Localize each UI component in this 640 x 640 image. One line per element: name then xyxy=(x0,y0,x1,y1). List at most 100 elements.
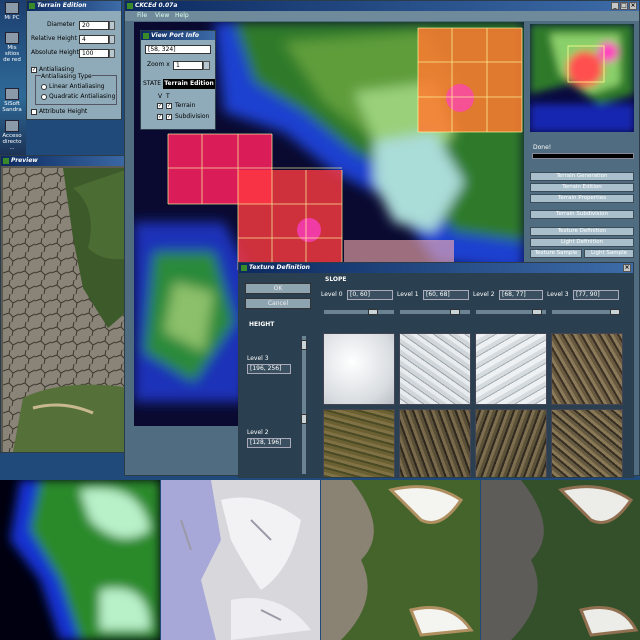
sample-lit-terrain xyxy=(481,480,640,640)
minimize-button[interactable]: _ xyxy=(611,2,619,10)
diameter-label: Diameter xyxy=(47,21,76,28)
slider-handle[interactable] xyxy=(368,309,378,315)
light-sample-button[interactable]: Light Sample xyxy=(584,249,634,258)
terrain-subdivision-button[interactable]: Terrain Subdivision xyxy=(530,210,634,219)
desktop-icon-label: Acceso directo ... xyxy=(2,133,22,151)
sample-shaded-relief xyxy=(161,480,320,640)
app-icon xyxy=(127,3,133,9)
close-button[interactable]: × xyxy=(629,2,637,10)
light-definition-button[interactable]: Light Definition xyxy=(530,238,634,247)
terrain-edition-titlebar[interactable]: Terrain Edition xyxy=(27,1,121,11)
terrain-edition-window: Terrain Edition Diameter 20 Relative Hei… xyxy=(26,0,122,120)
texture-rock[interactable] xyxy=(475,409,547,477)
quadratic-radio[interactable] xyxy=(41,94,47,100)
height-slider[interactable] xyxy=(301,335,307,475)
texture-snow-rock[interactable] xyxy=(399,333,471,405)
desktop-icon-0[interactable]: Mi PC xyxy=(1,2,23,21)
computer-icon xyxy=(5,2,19,14)
cancel-button[interactable]: Cancel xyxy=(245,298,311,309)
slider-handle[interactable] xyxy=(610,309,620,315)
texture-definition-titlebar[interactable]: Texture Definition × xyxy=(239,263,633,273)
texture-rock[interactable] xyxy=(551,333,623,405)
maximize-button[interactable]: □ xyxy=(620,2,628,10)
slope-slider-3[interactable] xyxy=(551,309,621,315)
desktop-icon-1[interactable]: Mis sitios de red xyxy=(1,32,23,63)
diameter-spinner[interactable] xyxy=(109,21,115,30)
menu-help[interactable]: Help xyxy=(175,12,189,20)
slope-slider-2[interactable] xyxy=(475,309,547,315)
texture-definition-button[interactable]: Texture Definition xyxy=(530,227,634,236)
slope-label: SLOPE xyxy=(325,276,347,283)
terrain-edition-button[interactable]: Terrain Edition xyxy=(530,183,634,192)
texture-snow-rock[interactable] xyxy=(475,333,547,405)
subdivision-visible-checkbox[interactable]: ✓ xyxy=(157,114,163,120)
terrain-generation-button[interactable]: Terrain Generation xyxy=(530,172,634,181)
quadratic-label: Quadratic Antialiasing xyxy=(49,93,116,100)
linear-label: Linear Antialiasing xyxy=(49,83,105,90)
sample-textured-terrain xyxy=(321,480,480,640)
zoom-select[interactable]: 1 xyxy=(173,61,203,70)
height-level-3-label: Level 3 xyxy=(247,355,269,362)
state-label: STATE xyxy=(143,80,162,87)
desktop-icon-label: Mis sitios de red xyxy=(3,45,21,63)
slope-level-3-field[interactable]: [77, 90] xyxy=(573,290,619,300)
texture-grass-rock[interactable] xyxy=(323,409,395,477)
texture-definition-window: Texture Definition × OK Cancel SLOPE Lev… xyxy=(238,262,634,478)
relative-height-field[interactable]: 4 xyxy=(79,35,109,44)
diameter-field[interactable]: 20 xyxy=(79,21,109,30)
slope-level-1-field[interactable]: [60, 68] xyxy=(423,290,469,300)
chevron-down-icon[interactable] xyxy=(203,61,210,70)
slider-handle[interactable] xyxy=(301,340,307,350)
desktop-icon-3[interactable]: Acceso directo ... xyxy=(1,120,23,151)
texture-sample-button[interactable]: Texture Sample xyxy=(530,249,582,258)
antialiasing-type-label: Antialiasing Type xyxy=(41,73,92,81)
height-level-2-field[interactable]: [128, 196] xyxy=(247,438,291,448)
terrain-properties-button[interactable]: Terrain Properties xyxy=(530,194,634,203)
network-icon xyxy=(5,32,19,44)
subdivision-toggle-checkbox[interactable]: ✓ xyxy=(166,114,172,120)
preview-titlebar[interactable]: Preview xyxy=(1,156,133,166)
view-port-info-panel: View Port Info [58, 324] Zoom x 1 STATE … xyxy=(140,30,216,130)
app-icon xyxy=(3,158,9,164)
texture-snow[interactable] xyxy=(323,333,395,405)
preview-window: Preview xyxy=(0,155,134,453)
slope-slider-0[interactable] xyxy=(323,309,395,315)
terrain-visible-checkbox[interactable]: ✓ xyxy=(157,103,163,109)
absolute-height-field[interactable]: 100 xyxy=(79,49,109,58)
slope-level-2-label: Level 2 xyxy=(473,291,495,298)
sample-height-map xyxy=(0,480,160,640)
height-level-2-label: Level 2 xyxy=(247,429,269,436)
ok-button[interactable]: OK xyxy=(245,283,311,294)
relative-height-spinner[interactable] xyxy=(109,35,115,44)
absolute-height-spinner[interactable] xyxy=(109,49,115,58)
height-level-3-field[interactable]: [196, 256] xyxy=(247,364,291,374)
menu-view[interactable]: View xyxy=(155,12,169,20)
close-button[interactable]: × xyxy=(623,264,631,272)
terrain-toggle-checkbox[interactable]: ✓ xyxy=(166,103,172,109)
app-icon xyxy=(143,33,149,39)
done-label: Done! xyxy=(533,144,552,151)
minimap[interactable] xyxy=(530,24,634,132)
terrain-label: Terrain xyxy=(175,102,196,109)
slope-level-0-field[interactable]: [0, 60] xyxy=(347,290,393,300)
progress-bar xyxy=(532,153,634,159)
slider-handle[interactable] xyxy=(532,309,542,315)
coords-field: [58, 324] xyxy=(145,45,211,54)
relative-height-label: Relative Height xyxy=(31,35,77,42)
attribute-height-checkbox[interactable] xyxy=(31,109,37,115)
linear-radio[interactable] xyxy=(41,84,47,90)
view-port-titlebar[interactable]: View Port Info xyxy=(141,31,215,40)
slope-level-3-label: Level 3 xyxy=(547,291,569,298)
main-titlebar[interactable]: CKCEd 0.07a _ □ × xyxy=(125,1,639,11)
texture-rock[interactable] xyxy=(551,409,623,477)
texture-rock[interactable] xyxy=(399,409,471,477)
slope-level-2-field[interactable]: [68, 77] xyxy=(499,290,543,300)
sandra-icon xyxy=(5,88,19,100)
menu-file[interactable]: File xyxy=(137,12,147,20)
slider-handle[interactable] xyxy=(301,414,307,424)
slope-slider-1[interactable] xyxy=(399,309,471,315)
antialiasing-checkbox[interactable]: ✓ xyxy=(31,67,37,73)
window-title: Terrain Edition xyxy=(37,2,87,9)
slider-handle[interactable] xyxy=(450,309,460,315)
desktop-icon-2[interactable]: SiSoft Sandra xyxy=(1,88,23,113)
